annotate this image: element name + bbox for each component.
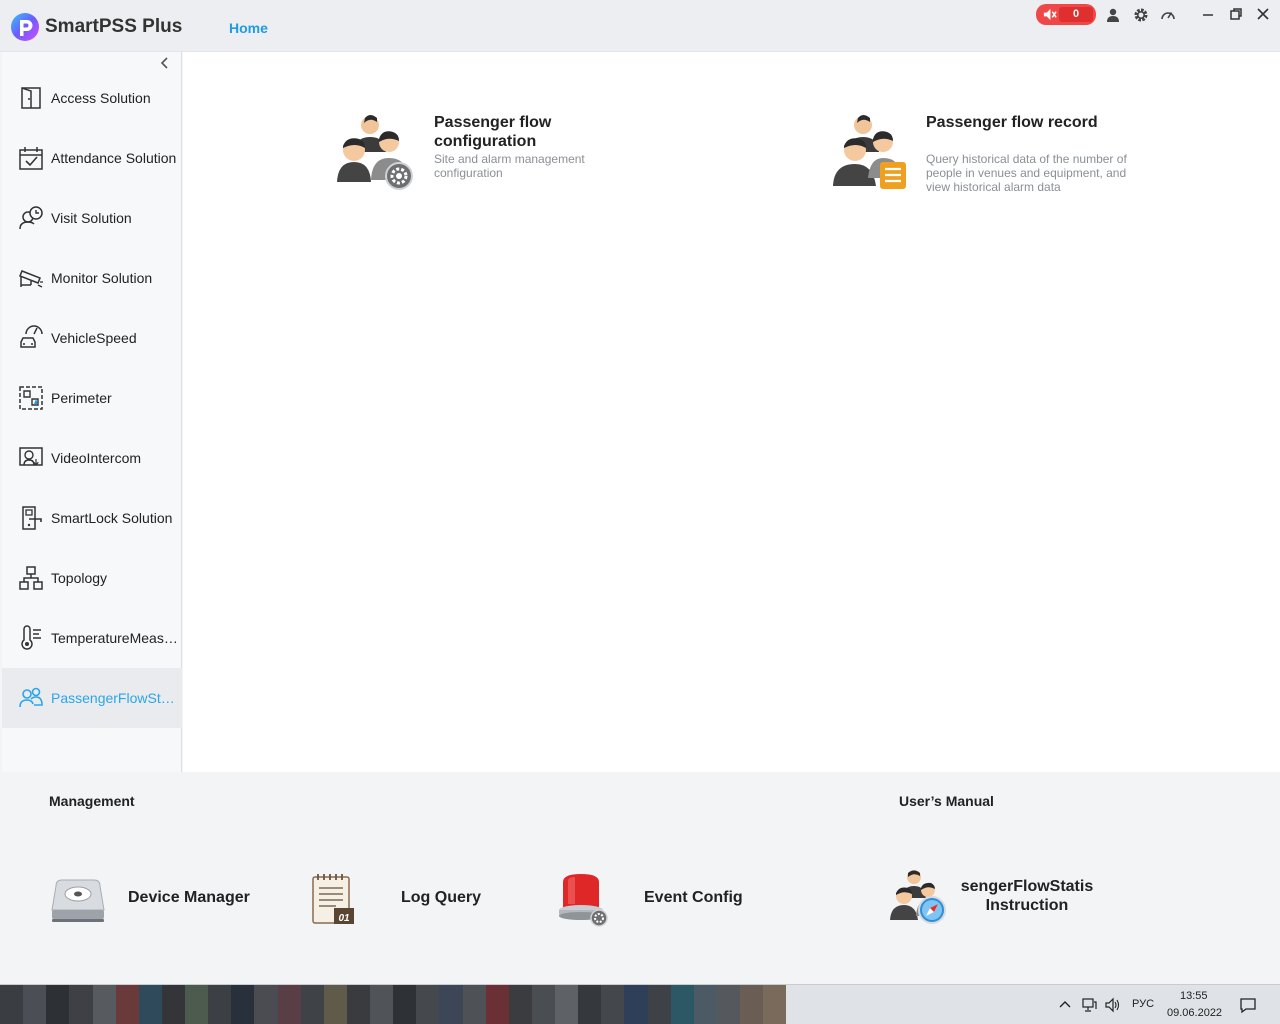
perimeter-icon [19, 386, 43, 410]
device-manager-icon [51, 879, 105, 922]
sidebar-item-temperature[interactable]: TemperatureMeasurement [2, 608, 182, 668]
sidebar-item-label: Access Solution [51, 90, 151, 106]
people-icon [19, 687, 43, 708]
event-config-icon [559, 874, 608, 927]
app-title: SmartPSS Plus [45, 16, 183, 37]
sidebar-item-topology[interactable]: Topology [2, 548, 182, 608]
sidebar-item-passenger-flow[interactable]: PassengerFlowStatistics [2, 668, 182, 728]
management-title: Management [49, 793, 135, 809]
sidebar-item-video-intercom[interactable]: VideoIntercom [2, 428, 182, 488]
smartpss-logo-icon [11, 13, 39, 41]
tool-label: Log Query [401, 889, 482, 906]
tool-label-line1: sengerFlowStatis [960, 878, 1094, 895]
svg-text:01: 01 [338, 913, 350, 924]
passenger-flow-record-card[interactable]: Passenger flow record Query historical d… [828, 112, 1248, 202]
sidebar: Access Solution Attendance Solution Visi… [2, 52, 182, 772]
sidebar-item-label: Topology [51, 570, 108, 586]
door-icon [21, 87, 41, 109]
card-description: Site and alarm management configuration [434, 152, 585, 180]
log-query-button[interactable]: 01 Log Query [308, 872, 508, 928]
thermometer-icon [21, 625, 41, 650]
event-config-button[interactable]: Event Config [555, 872, 755, 928]
main-content: Passenger flow configuration Site and al… [183, 52, 1280, 772]
title-bar: SmartPSS Plus Home 0 [0, 0, 1280, 52]
people-record-icon [833, 115, 906, 189]
users-manual-title: User’s Manual [899, 793, 994, 809]
sidebar-item-label: SmartLock Solution [51, 510, 173, 526]
smart-lock-icon [22, 506, 42, 530]
user-icon[interactable] [1105, 7, 1121, 23]
bottom-panel: Management User’s Manual Device Manager … [0, 772, 1280, 984]
sidebar-item-label: VideoIntercom [51, 450, 142, 466]
chevron-up-icon[interactable] [1057, 997, 1073, 1013]
card-title: Passenger flow configuration [434, 114, 552, 150]
intercom-icon [19, 447, 43, 466]
sidebar-item-monitor[interactable]: Monitor Solution [2, 248, 182, 308]
sidebar-item-smartlock[interactable]: SmartLock Solution [2, 488, 182, 548]
sidebar-item-label: PassengerFlowStatistics [51, 690, 179, 706]
sidebar-item-visit[interactable]: Visit Solution [2, 188, 182, 248]
tool-label: Event Config [644, 889, 743, 906]
gear-icon[interactable] [1133, 7, 1149, 23]
passenger-flow-config-card[interactable]: Passenger flow configuration Site and al… [333, 112, 753, 202]
speedometer-icon[interactable] [1160, 7, 1176, 23]
people-compass-icon [890, 870, 946, 924]
device-manager-button[interactable]: Device Manager [50, 872, 270, 928]
passenger-flow-manual-button[interactable]: sengerFlowStatis Instruction [890, 868, 1130, 928]
sidebar-item-access[interactable]: Access Solution [2, 68, 182, 128]
alarm-count: 0 [1059, 7, 1093, 22]
notification-icon[interactable] [1239, 996, 1257, 1014]
tab-home[interactable]: Home [229, 20, 268, 36]
sidebar-item-label: Monitor Solution [51, 270, 153, 286]
clock-date[interactable]: 09.06.2022 [1167, 1007, 1222, 1019]
card-title: Passenger flow record [926, 114, 1098, 131]
close-icon[interactable] [1255, 6, 1271, 22]
log-query-icon: 01 [312, 874, 354, 924]
taskbar: РУС 13:55 09.06.2022 [0, 984, 1280, 1024]
calendar-check-icon [19, 147, 43, 170]
sidebar-item-label: Attendance Solution [51, 150, 177, 166]
sidebar-item-label: VehicleSpeed [51, 330, 137, 346]
speaker-mute-icon [1043, 8, 1057, 21]
people-config-icon [337, 115, 413, 190]
camera-icon [19, 270, 43, 288]
card-description: Query historical data of the number of p… [926, 152, 1127, 194]
tool-label-line2: Instruction [985, 897, 1069, 914]
pixelated-taskbar-apps [0, 985, 787, 1024]
sidebar-item-label: Perimeter [51, 390, 112, 406]
vehicle-speed-icon [20, 325, 43, 348]
volume-icon[interactable] [1104, 997, 1120, 1013]
visitor-clock-icon [19, 206, 43, 230]
topology-icon [19, 566, 43, 590]
language-indicator[interactable]: РУС [1132, 998, 1154, 1010]
minimize-icon[interactable] [1200, 6, 1216, 22]
sidebar-item-label: TemperatureMeasurement [51, 630, 179, 646]
restore-icon[interactable] [1228, 6, 1244, 22]
sidebar-item-vehicle-speed[interactable]: VehicleSpeed [2, 308, 182, 368]
network-icon[interactable] [1081, 997, 1097, 1013]
tool-label: Device Manager [128, 889, 250, 906]
clock-time[interactable]: 13:55 [1180, 990, 1208, 1002]
sidebar-item-attendance[interactable]: Attendance Solution [2, 128, 182, 188]
sidebar-item-label: Visit Solution [51, 210, 132, 226]
sidebar-item-perimeter[interactable]: Perimeter [2, 368, 182, 428]
